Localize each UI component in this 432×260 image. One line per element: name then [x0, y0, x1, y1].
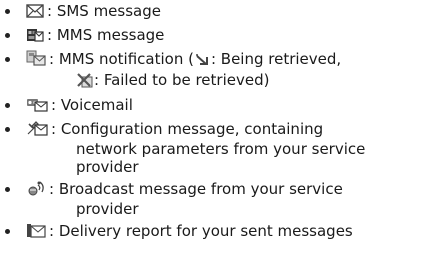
sms-label: : SMS message — [47, 2, 161, 20]
configuration-icon — [26, 120, 48, 140]
voicemail-icon — [26, 98, 48, 116]
list-item-broadcast: : Broadcast message from your service pr… — [0, 180, 432, 218]
retrieving-arrow-icon — [195, 53, 210, 71]
failed-retrieval-icon — [77, 73, 93, 92]
list-item-sms: : SMS message — [0, 2, 432, 22]
bullet — [5, 9, 10, 14]
sms-envelope-icon — [26, 4, 44, 22]
mms-notification-line-2: : Failed to be retrieved) — [26, 71, 432, 92]
configuration-label-line-1: : Configuration message, containing — [51, 120, 324, 138]
broadcast-label-line-1: : Broadcast message from your service — [49, 180, 343, 198]
bullet — [5, 229, 10, 234]
message-icon-legend: : SMS message : MMS message : MMS notifi — [0, 0, 432, 242]
mms-notification-label-start: : MMS notification ( — [49, 50, 194, 68]
broadcast-icon — [26, 180, 46, 200]
mms-notification-icon — [26, 50, 46, 70]
bullet — [5, 33, 10, 38]
bullet — [5, 127, 10, 132]
failed-retrieval-label: : Failed to be retrieved) — [94, 71, 270, 89]
list-item-mms-notification: : MMS notification ( : Being retrieved, … — [0, 50, 432, 92]
delivery-report-icon — [26, 223, 46, 242]
broadcast-label-line-2: provider — [76, 200, 139, 218]
mms-icon — [26, 28, 44, 46]
bullet — [5, 103, 10, 108]
configuration-label-line-2: network parameters from your service — [76, 140, 366, 158]
list-item-voicemail: : Voicemail — [0, 96, 432, 116]
list-item-mms: : MMS message — [0, 26, 432, 46]
bullet — [5, 187, 10, 192]
being-retrieved-label: : Being retrieved, — [210, 50, 342, 68]
bullet — [5, 57, 10, 62]
voicemail-label: : Voicemail — [51, 96, 133, 114]
mms-label: : MMS message — [47, 26, 165, 44]
list-item-delivery-report: : Delivery report for your sent messages — [0, 222, 432, 242]
configuration-label-line-3: provider — [76, 158, 139, 176]
delivery-report-label: : Delivery report for your sent messages — [49, 222, 353, 240]
list-item-configuration: : Configuration message, containing netw… — [0, 120, 432, 176]
